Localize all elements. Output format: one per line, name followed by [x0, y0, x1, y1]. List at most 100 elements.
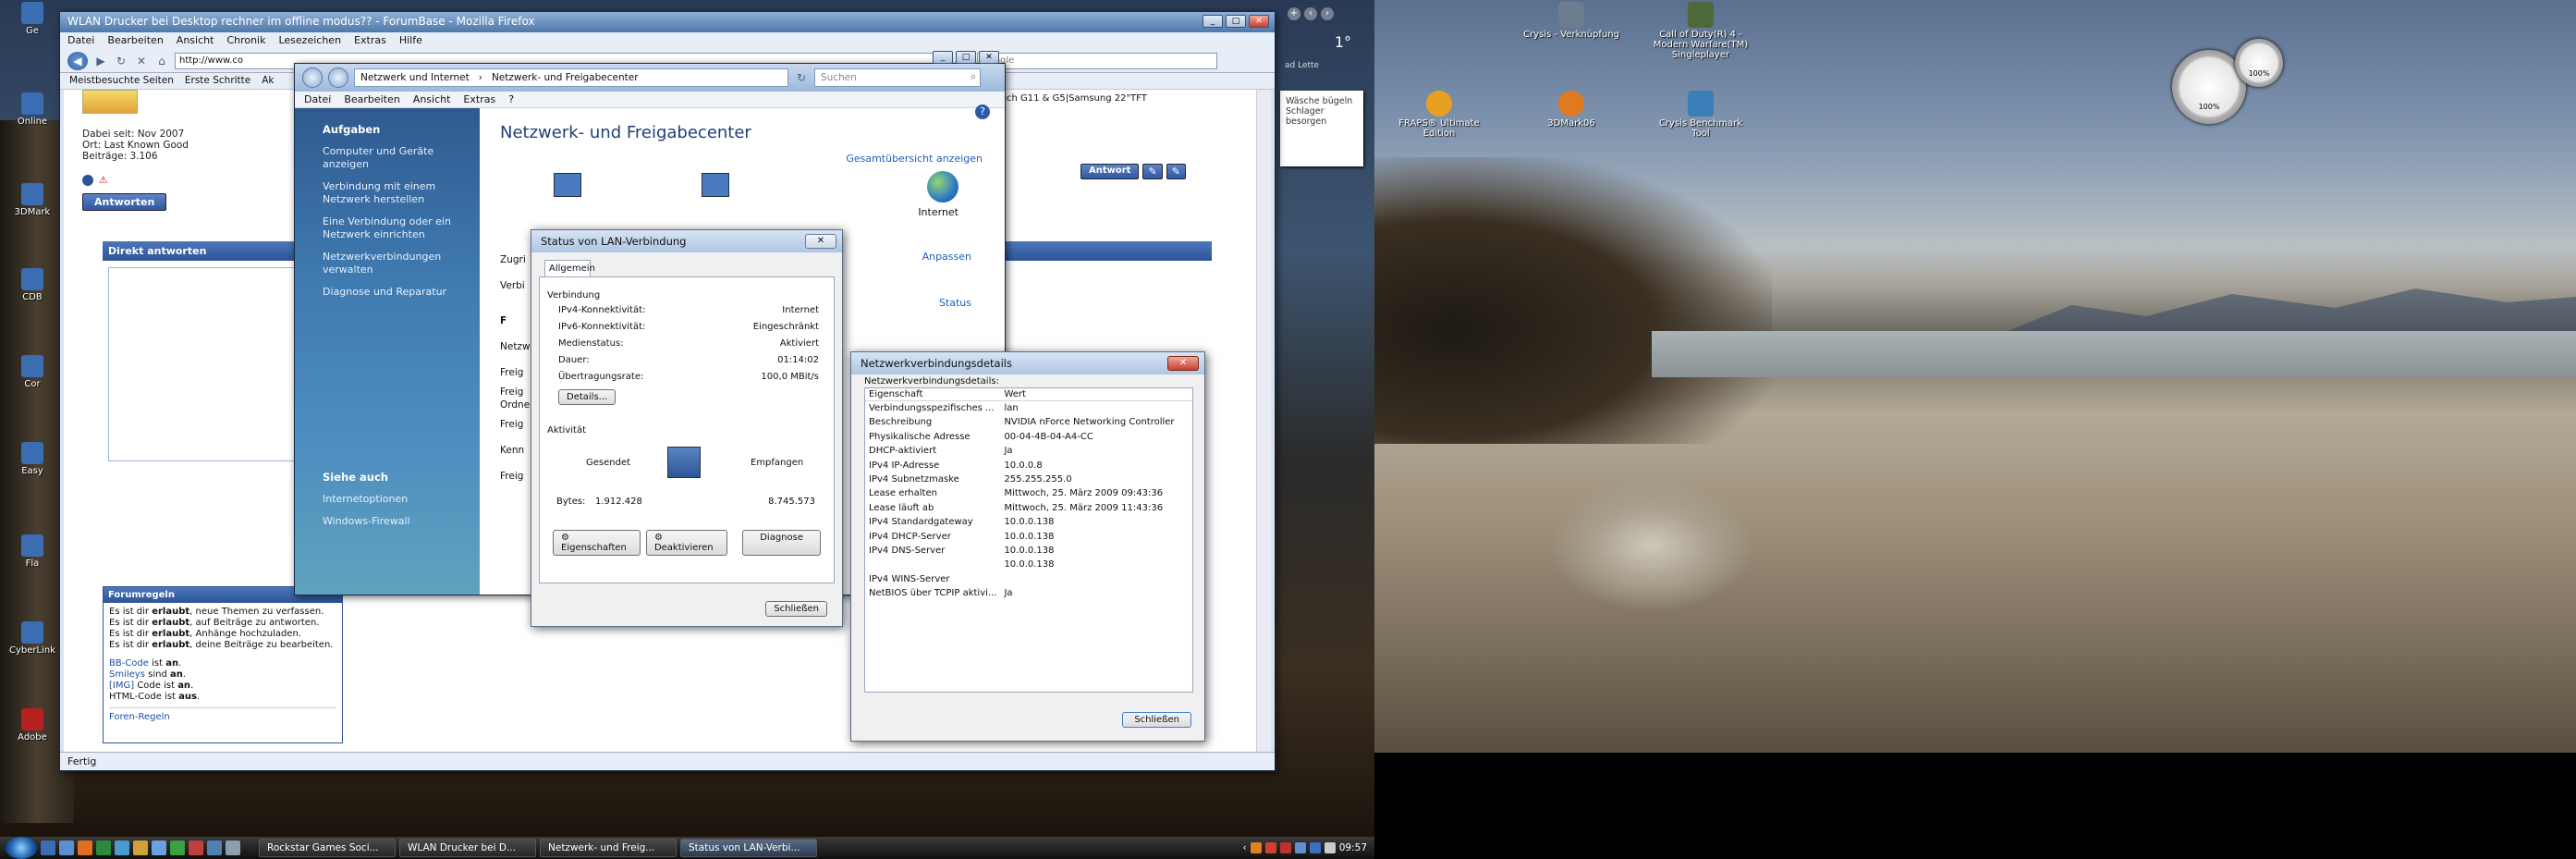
minimize-button[interactable]: _: [1203, 15, 1223, 28]
tray-app-icon[interactable]: [1294, 842, 1306, 853]
quicklaunch-desktop-icon[interactable]: [41, 841, 55, 855]
prev-icon[interactable]: ‹: [1304, 7, 1317, 20]
details-list[interactable]: Eigenschaft Wert Verbindungsspezifisches…: [864, 387, 1193, 693]
close-dialog-button[interactable]: Schließen: [765, 601, 827, 617]
desktop-icon-left-5[interactable]: Cor: [0, 355, 65, 389]
next-icon[interactable]: ›: [1321, 7, 1334, 20]
desktop-icon-left-7[interactable]: Fla: [0, 534, 65, 569]
menu-help[interactable]: ?: [508, 93, 514, 105]
img-link[interactable]: [IMG]: [109, 681, 134, 691]
status-link[interactable]: Status: [939, 297, 971, 309]
quote-icon[interactable]: ✎: [1142, 164, 1163, 179]
report-icon[interactable]: ⚠: [99, 175, 107, 186]
desktop-icon-left-6[interactable]: Easy: [0, 442, 65, 476]
tray-app-icon[interactable]: [1279, 842, 1291, 853]
maximize-button[interactable]: □: [1226, 15, 1246, 28]
weather-gadget[interactable]: 1° ad Lette: [1285, 33, 1351, 70]
reply-textarea[interactable]: [108, 267, 311, 461]
menu-datei[interactable]: Datei: [67, 34, 94, 47]
desktop-icon-left-9[interactable]: Adobe: [0, 708, 65, 742]
answer-button[interactable]: Antworten: [82, 193, 167, 211]
breadcrumb-network-internet[interactable]: Netzwerk und Internet: [360, 72, 470, 83]
notes-gadget[interactable]: Wäsche bügeln Schlager besorgen: [1280, 91, 1363, 166]
overview-link[interactable]: Gesamtübersicht anzeigen: [846, 153, 983, 165]
taskbar-item-firefox[interactable]: WLAN Drucker bei D...: [399, 839, 536, 857]
address-bar[interactable]: Netzwerk und Internet › Netzwerk- und Fr…: [354, 68, 788, 87]
edit-icon[interactable]: ✎: [1166, 164, 1186, 179]
bookmark-getting-started[interactable]: Erste Schritte: [185, 75, 250, 87]
quicklaunch-app-icon[interactable]: [115, 841, 129, 855]
task-connect-network[interactable]: Verbindung mit einem Netzwerk herstellen: [323, 180, 461, 206]
properties-button[interactable]: ⚙ Eigenschaften: [553, 530, 641, 556]
taskbar-item-network-center[interactable]: Netzwerk- und Freig...: [540, 839, 677, 857]
forum-rules-link[interactable]: Foren-Regeln: [109, 712, 170, 722]
menu-bearbeiten[interactable]: Bearbeiten: [344, 93, 399, 105]
quicklaunch-app-icon[interactable]: [133, 841, 148, 855]
smileys-link[interactable]: Smileys: [109, 669, 145, 680]
quicklaunch-app-icon[interactable]: [170, 841, 185, 855]
taskbar-item-lan-status[interactable]: Status von LAN-Verbi...: [680, 839, 817, 857]
bookmark-most-visited[interactable]: Meistbesuchte Seiten: [69, 75, 174, 87]
close-button[interactable]: ✕: [979, 51, 999, 64]
tray-app-icon[interactable]: [1264, 842, 1276, 853]
desktop-icon-left-3[interactable]: 3DMark: [0, 183, 65, 217]
add-gadget-icon[interactable]: +: [1288, 7, 1300, 20]
answer-button-2[interactable]: Antwort: [1080, 164, 1140, 179]
refresh-icon[interactable]: ↻: [794, 70, 809, 85]
desktop-icon-fraps[interactable]: FRAPS® Ultimate Edition: [1388, 91, 1490, 139]
search-input[interactable]: Suchen ⌕: [814, 68, 981, 87]
desktop-icon-left-2[interactable]: Online: [0, 92, 65, 127]
back-button[interactable]: ◀: [67, 51, 88, 70]
menu-extras[interactable]: Extras: [354, 34, 386, 47]
quicklaunch-switch-icon[interactable]: [59, 841, 74, 855]
link-windows-firewall[interactable]: Windows-Firewall: [323, 515, 461, 528]
menu-lesezeichen[interactable]: Lesezeichen: [278, 34, 341, 47]
task-manage-connections[interactable]: Netzwerkverbindungen verwalten: [323, 251, 461, 276]
tray-app-icon[interactable]: [1250, 842, 1262, 853]
start-button[interactable]: [6, 837, 37, 859]
tray-expand-icon[interactable]: ‹: [1243, 842, 1247, 853]
menu-ansicht[interactable]: Ansicht: [177, 34, 214, 47]
quicklaunch-app-icon[interactable]: [226, 841, 240, 855]
desktop-icon-cod4[interactable]: Call of Duty(R) 4 - Modern Warfare(TM) S…: [1650, 2, 1752, 60]
details-titlebar[interactable]: Netzwerkverbindungsdetails ✕: [851, 352, 1204, 374]
link-internet-options[interactable]: Internetoptionen: [323, 493, 461, 506]
forward-button[interactable]: ▶: [93, 54, 108, 68]
desktop-icon-crysis[interactable]: Crysis - Verknüpfung: [1520, 2, 1622, 40]
page-scrollbar[interactable]: [1256, 90, 1271, 752]
network-center-titlebar[interactable]: Netzwerk und Internet › Netzwerk- und Fr…: [295, 51, 1005, 92]
tray-volume-icon[interactable]: [1324, 842, 1336, 853]
tray-network-icon[interactable]: [1309, 842, 1321, 853]
customize-link[interactable]: Anpassen: [922, 251, 971, 263]
help-icon[interactable]: ?: [975, 104, 990, 119]
close-button[interactable]: ✕: [1249, 15, 1269, 28]
diagnose-button[interactable]: Diagnose: [742, 530, 821, 556]
desktop-icon-left-4[interactable]: CDB: [0, 268, 65, 302]
desktop-icon-crysis-benchmark[interactable]: Crysis Benchmark Tool: [1650, 91, 1752, 139]
lan-status-titlebar[interactable]: Status von LAN-Verbindung ✕: [531, 230, 842, 252]
menu-chronik[interactable]: Chronik: [226, 34, 265, 47]
taskbar-item-rockstar[interactable]: Rockstar Games Soci...: [259, 839, 396, 857]
quicklaunch-app-icon[interactable]: [96, 841, 111, 855]
tab-allgemein[interactable]: Allgemein: [544, 260, 595, 276]
quicklaunch-firefox-icon[interactable]: [78, 841, 92, 855]
bbcode-link[interactable]: BB-Code: [109, 658, 149, 669]
tray-clock[interactable]: 09:57: [1339, 842, 1367, 853]
task-show-computers[interactable]: Computer und Geräte anzeigen: [323, 145, 461, 171]
desktop-icon-left-1[interactable]: Ge: [0, 2, 65, 36]
menu-datei[interactable]: Datei: [304, 93, 331, 105]
bookmark-partial[interactable]: Ak: [262, 75, 274, 87]
disable-button[interactable]: ⚙ Deaktivieren: [645, 530, 728, 556]
reload-icon[interactable]: ↻: [114, 54, 128, 68]
forward-button[interactable]: [328, 67, 348, 88]
maximize-button[interactable]: □: [956, 51, 976, 64]
menu-hilfe[interactable]: Hilfe: [399, 34, 422, 47]
quicklaunch-app-icon[interactable]: [152, 841, 166, 855]
stop-icon[interactable]: ✕: [134, 54, 149, 68]
close-button[interactable]: ✕: [1167, 356, 1199, 371]
desktop-icon-3dmark06[interactable]: 3DMark06: [1520, 91, 1622, 129]
google-search-input[interactable]: Google: [977, 52, 1217, 69]
home-icon[interactable]: ⌂: [154, 54, 169, 68]
minimize-button[interactable]: _: [933, 51, 953, 64]
firefox-titlebar[interactable]: WLAN Drucker bei Desktop rechner im offl…: [60, 12, 1275, 32]
